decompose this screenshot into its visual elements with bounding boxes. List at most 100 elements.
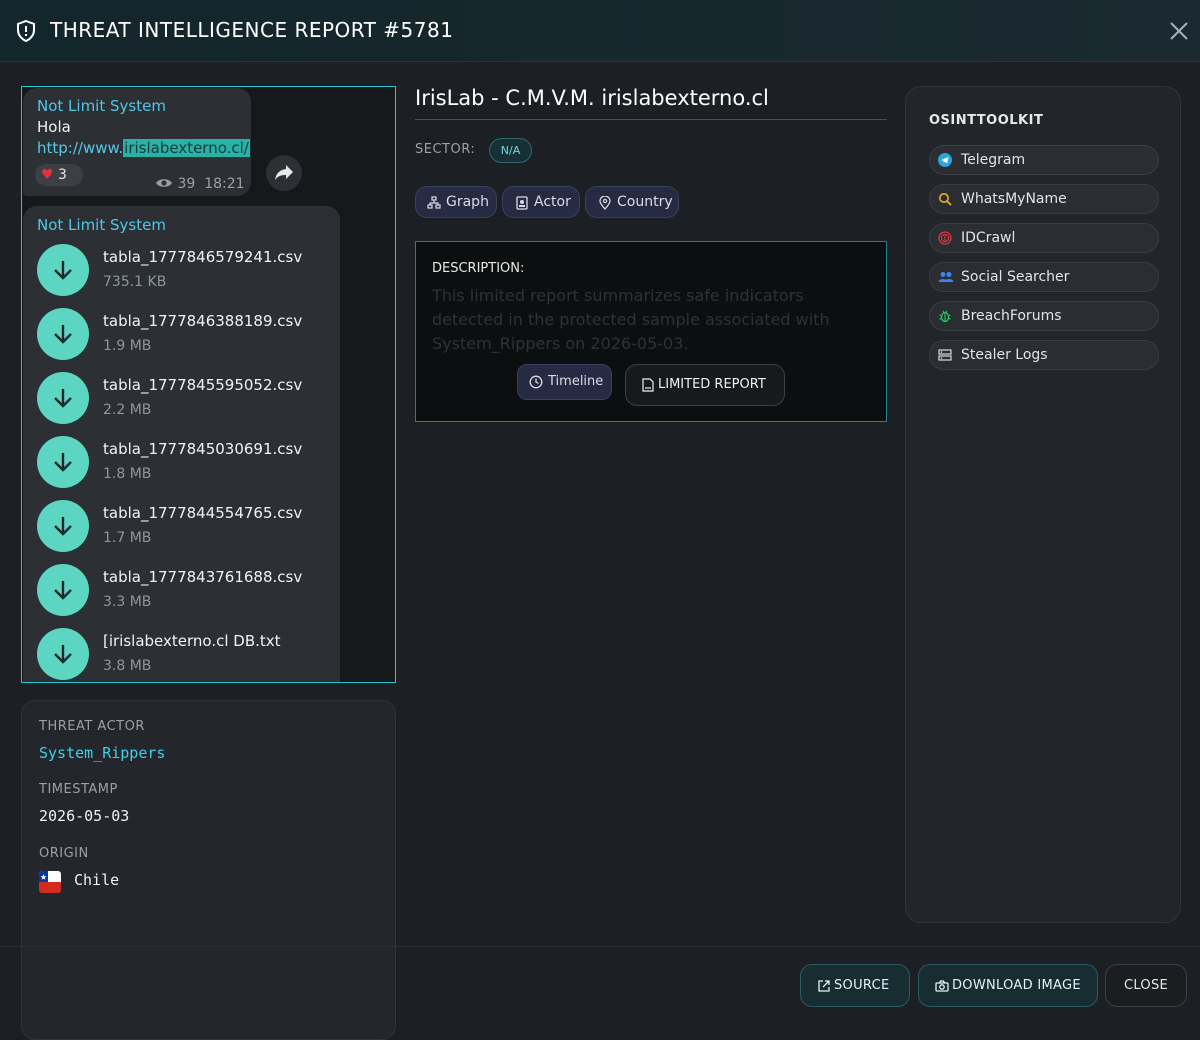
file-size: 2.2 MB [103, 402, 152, 418]
file-name: tabla_1777846579241.csv [103, 248, 303, 266]
download-image-button[interactable]: DOWNLOAD IMAGE [918, 964, 1098, 1007]
file-name: [irislabexterno.cl DB.txt [103, 632, 281, 650]
modal-header: THREAT INTELLIGENCE REPORT #5781 [0, 0, 1200, 62]
download-button[interactable] [37, 436, 89, 488]
tool-whatsmyname[interactable]: WhatsMyName [929, 184, 1159, 214]
telegram-icon [938, 153, 952, 167]
file-size: 735.1 KB [103, 274, 167, 290]
file-item: tabla_1777846388189.csv 1.9 MB [37, 308, 327, 364]
arrow-down-icon [54, 389, 72, 408]
download-button[interactable] [37, 308, 89, 360]
search-icon [939, 193, 952, 206]
tool-social-searcher[interactable]: Social Searcher [929, 262, 1159, 292]
arrow-down-icon [54, 645, 72, 664]
description-box: DESCRIPTION: This limited report summari… [415, 241, 887, 422]
download-button[interactable] [37, 244, 89, 296]
pdf-file-icon [642, 378, 654, 392]
arrow-down-icon [54, 261, 72, 280]
users-icon [938, 272, 954, 282]
reaction-badge[interactable]: ♥ 3 [35, 164, 83, 186]
file-size: 3.8 MB [103, 658, 152, 674]
download-image-label: DOWNLOAD IMAGE [952, 978, 1081, 993]
tool-telegram[interactable]: Telegram [929, 145, 1159, 175]
download-button[interactable] [37, 372, 89, 424]
country-chip-label: Country [617, 194, 673, 210]
report-title: IrisLab - C.M.V.M. irislabexterno.cl [415, 86, 769, 110]
message-sender: Not Limit System [37, 97, 166, 115]
tool-label: IDCrawl [961, 230, 1016, 246]
file-size: 1.9 MB [103, 338, 152, 354]
country-chip[interactable]: Country [585, 186, 679, 218]
arrow-down-icon [54, 453, 72, 472]
share-button[interactable] [266, 155, 302, 191]
title-divider [415, 119, 887, 120]
message-time: 18:21 [204, 176, 245, 192]
file-name: tabla_1777845595052.csv [103, 376, 303, 394]
file-size: 1.8 MB [103, 466, 152, 482]
actor-icon [516, 196, 528, 210]
link-highlight: irislabexterno.cl/ [123, 139, 250, 157]
limited-report-button[interactable]: LIMITED REPORT [625, 364, 785, 406]
file-item: tabla_1777846579241.csv 735.1 KB [37, 244, 327, 300]
close-button[interactable]: CLOSE [1105, 964, 1187, 1007]
message-meta: 39 18:21 [155, 176, 245, 192]
bug-icon [939, 310, 951, 323]
file-item: tabla_1777845030691.csv 1.8 MB [37, 436, 327, 492]
arrow-down-icon [54, 517, 72, 536]
tool-breachforums[interactable]: BreachForums [929, 301, 1159, 331]
fingerprint-icon [938, 231, 952, 245]
message-sender: Not Limit System [37, 216, 166, 234]
osint-toolkit-panel: OSINTTOOLKIT Telegram WhatsMyName IDCraw… [905, 86, 1181, 923]
origin-label: ORIGIN [39, 846, 89, 861]
clock-icon [529, 375, 543, 389]
arrow-down-icon [54, 325, 72, 344]
file-item: [irislabexterno.cl DB.txt 3.8 MB [37, 628, 327, 682]
close-icon[interactable] [1168, 20, 1190, 42]
file-name: tabla_1777845030691.csv [103, 440, 303, 458]
actor-value[interactable]: System_Rippers [39, 744, 165, 762]
arrow-down-icon [54, 581, 72, 600]
timeline-button[interactable]: Timeline [517, 364, 612, 400]
file-item: tabla_1777843761688.csv 3.3 MB [37, 564, 327, 620]
description-label: DESCRIPTION: [432, 261, 525, 276]
footer-divider [0, 946, 1200, 947]
download-button[interactable] [37, 500, 89, 552]
tool-idcrawl[interactable]: IDCrawl [929, 223, 1159, 253]
tool-label: Social Searcher [961, 269, 1070, 285]
actor-chip[interactable]: Actor [502, 186, 580, 218]
telegram-preview: Not Limit System Hola http://www.irislab… [21, 86, 396, 683]
file-item: tabla_1777845595052.csv 2.2 MB [37, 372, 327, 428]
graph-chip[interactable]: Graph [415, 186, 497, 218]
location-pin-icon [599, 196, 611, 210]
graph-chip-label: Graph [446, 194, 489, 210]
tool-stealer-logs[interactable]: Stealer Logs [929, 340, 1159, 370]
download-button[interactable] [37, 628, 89, 680]
download-button[interactable] [37, 564, 89, 616]
server-icon [938, 349, 952, 361]
message-bubble-files: Not Limit System tabla_1777846579241.csv… [23, 206, 340, 682]
tool-label: WhatsMyName [961, 191, 1067, 207]
file-name: tabla_1777843761688.csv [103, 568, 303, 586]
file-size: 3.3 MB [103, 594, 152, 610]
external-link-icon [818, 980, 830, 992]
eye-icon [156, 179, 172, 187]
description-text: This limited report summarizes safe indi… [432, 286, 830, 353]
file-size: 1.7 MB [103, 530, 152, 546]
file-item: tabla_1777844554765.csv 1.7 MB [37, 500, 327, 556]
camera-icon [935, 980, 949, 992]
file-name: tabla_1777846388189.csv [103, 312, 303, 330]
graph-icon [427, 196, 441, 209]
actor-label: THREAT ACTOR [39, 719, 145, 734]
message-link[interactable]: http://www.irislabexterno.cl/ [37, 139, 250, 157]
chile-flag-icon [39, 871, 61, 893]
modal-title: THREAT INTELLIGENCE REPORT #5781 [50, 18, 454, 42]
timeline-label: Timeline [548, 374, 604, 389]
threat-info-card: THREAT ACTOR System_Rippers TIMESTAMP 20… [21, 700, 396, 1040]
timestamp-value: 2026-05-03 [39, 807, 130, 825]
osint-title: OSINTTOOLKIT [929, 113, 1044, 128]
view-count: 39 [177, 176, 196, 192]
source-button[interactable]: SOURCE [800, 964, 910, 1007]
reaction-count: 3 [58, 167, 67, 183]
timestamp-label: TIMESTAMP [39, 782, 118, 797]
sector-label: SECTOR: [415, 142, 476, 157]
